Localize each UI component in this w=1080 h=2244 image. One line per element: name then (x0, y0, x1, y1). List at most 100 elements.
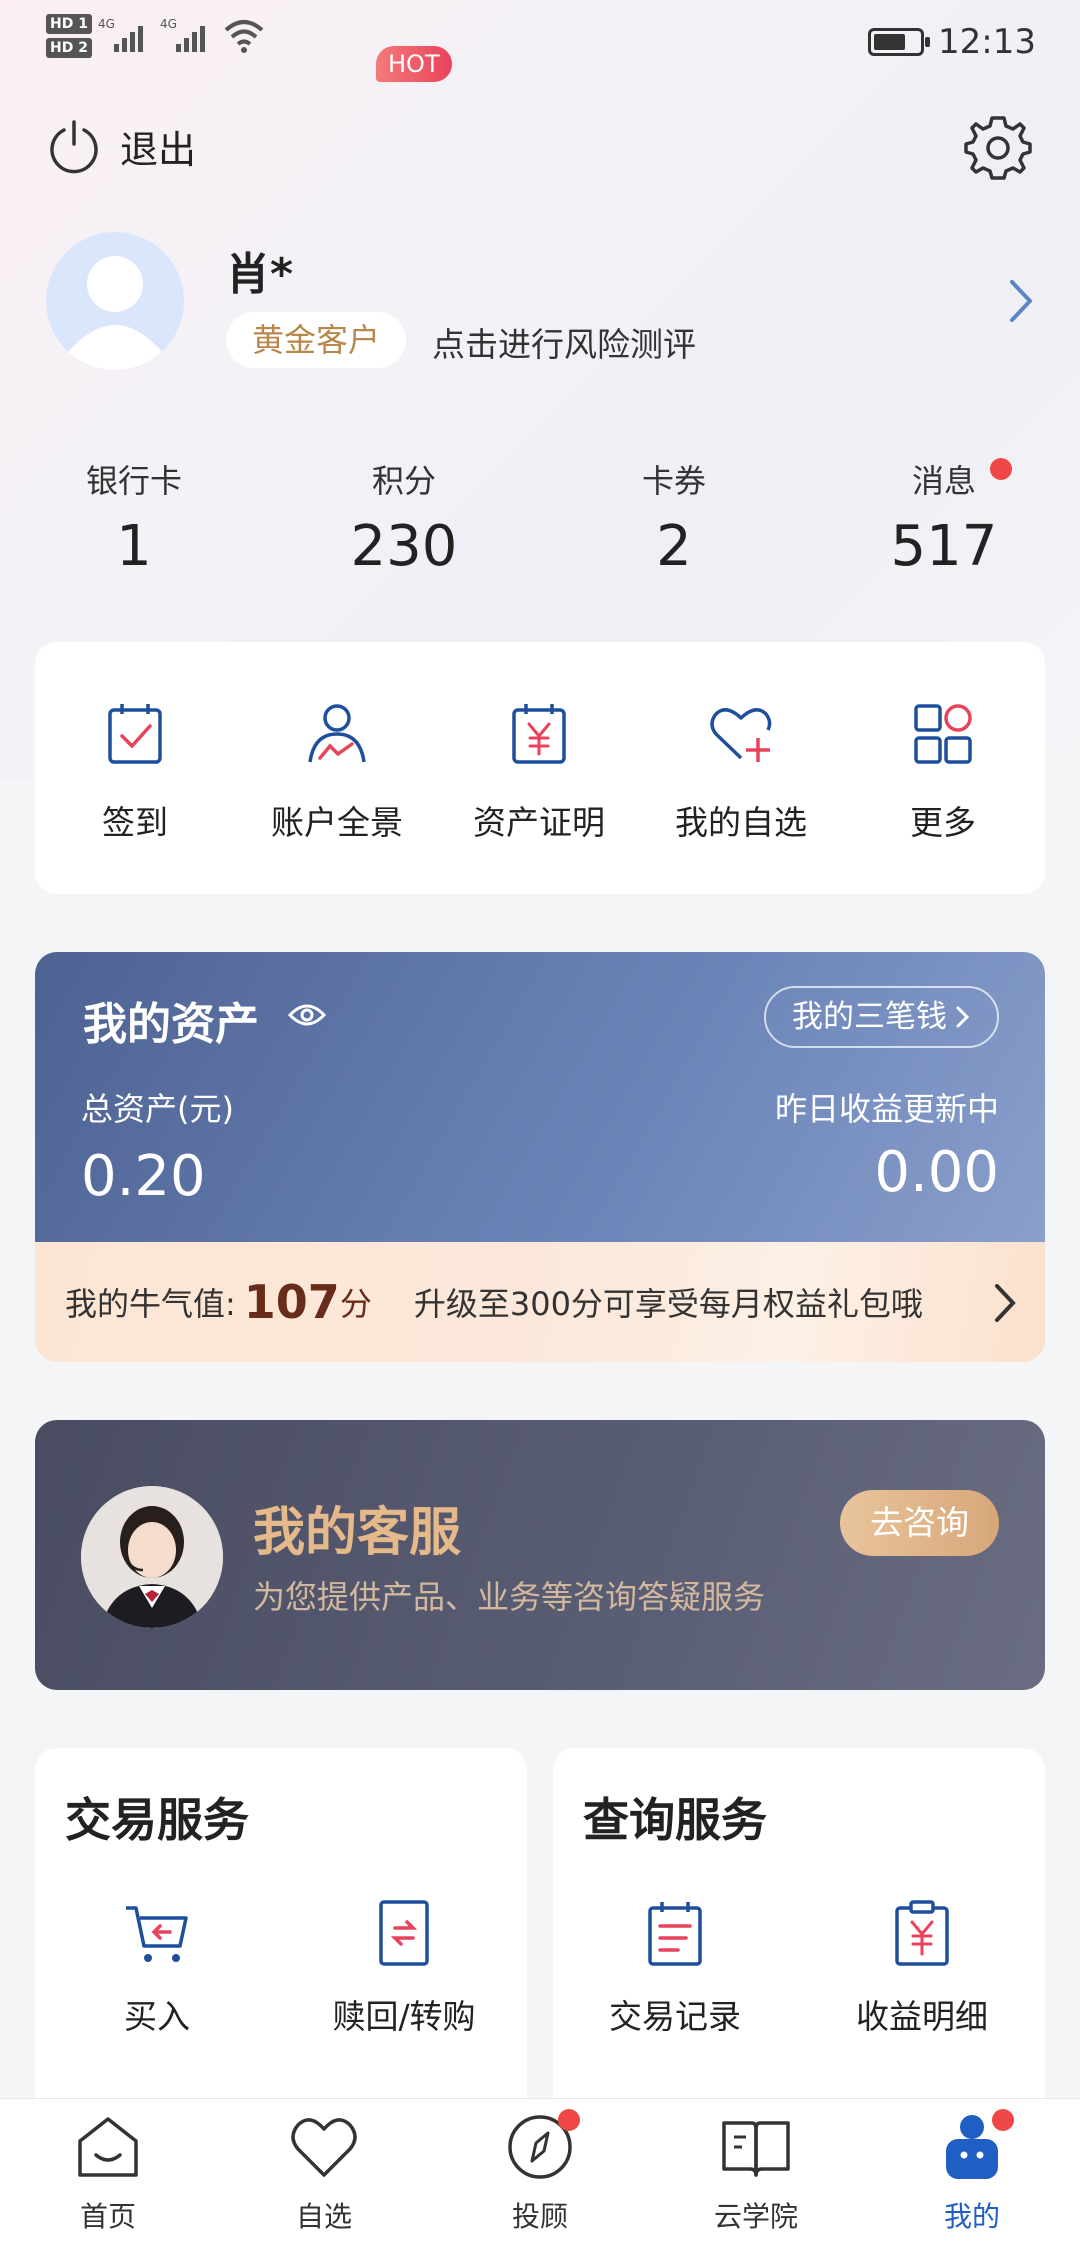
heart-icon (291, 2118, 357, 2177)
three-money-label: 我的三笔钱 (792, 999, 947, 1035)
bottom-nav: 首页 自选 投顾 云学院 我的 (0, 2098, 1080, 2244)
chevron-right-icon (956, 1006, 970, 1028)
total-assets-label: 总资产(元) (81, 1090, 234, 1128)
default-avatar-icon (68, 256, 162, 370)
trade-buy-button[interactable]: 买入 (47, 1898, 267, 2038)
calendar-yuan-icon (512, 704, 566, 764)
avatar[interactable] (46, 232, 184, 370)
toggle-visibility-button[interactable] (287, 1000, 327, 1034)
stat-label: 卡券 (641, 462, 706, 500)
redeem-icon (379, 1900, 429, 1966)
total-assets-value: 0.20 (81, 1144, 206, 1209)
risk-assessment-link[interactable]: 点击进行风险测评 (432, 318, 696, 366)
quick-action-checkin[interactable]: 签到 (40, 698, 230, 844)
trade-item-label: 赎回/转购 (332, 1997, 476, 2036)
nav-label: 云学院 (713, 2200, 798, 2233)
nav-academy[interactable]: 云学院 (676, 2109, 836, 2235)
heart-plus-icon (710, 708, 772, 762)
stat-value: 230 (350, 514, 458, 579)
logout-button[interactable]: 退出 (46, 118, 196, 174)
quick-action-more[interactable]: 更多 (848, 698, 1038, 844)
stat-points[interactable]: 积分 230 (304, 456, 504, 579)
status-bar: HD 1 HD 2 4G 4G 12:13 (0, 0, 1080, 90)
svg-text:4G: 4G (160, 17, 177, 31)
quick-action-label: 资产证明 (473, 803, 605, 842)
stat-label: 银行卡 (85, 462, 182, 500)
bull-score-banner[interactable]: 我的牛气值: 107 分 升级至300分可享受每月权益礼包哦 (35, 1242, 1045, 1362)
nav-profile[interactable]: 我的 (892, 2109, 1052, 2235)
quick-action-label: 账户全景 (271, 803, 403, 842)
eye-icon (287, 1004, 327, 1026)
home-icon (78, 2117, 138, 2177)
profile-unread-dot (992, 2109, 1014, 2131)
customer-level-badge: 黄金客户 (226, 312, 407, 368)
stat-bank-cards[interactable]: 银行卡 1 (34, 456, 234, 579)
bull-score-label: 我的牛气值: (65, 1285, 236, 1323)
svg-text:4G: 4G (98, 17, 115, 31)
query-records-button[interactable]: 交易记录 (565, 1898, 785, 2038)
record-icon (648, 1902, 702, 1966)
agent-portrait-icon (81, 1486, 223, 1628)
settings-button[interactable] (962, 112, 1034, 188)
three-money-button[interactable]: 我的三笔钱 (764, 986, 999, 1048)
chevron-right-icon (995, 1284, 1016, 1322)
yesterday-income-value: 0.00 (874, 1140, 999, 1205)
battery-level (874, 34, 905, 50)
calendar-check-icon (108, 704, 162, 764)
stat-coupons[interactable]: 卡券 2 (574, 456, 774, 579)
trade-item-label: 买入 (124, 1997, 190, 2036)
power-icon (50, 120, 98, 174)
hot-badge: HOT (376, 46, 452, 82)
nav-home[interactable]: 首页 (28, 2109, 188, 2235)
bull-score-unit: 分 (339, 1285, 372, 1323)
bull-chevron (993, 1282, 1017, 1328)
trade-services-title: 交易服务 (65, 1793, 249, 1847)
stat-value: 2 (656, 514, 692, 579)
nav-label: 首页 (79, 2200, 136, 2233)
book-icon (722, 2121, 790, 2177)
wifi-icon (224, 20, 264, 53)
query-item-label: 交易记录 (609, 1997, 741, 2036)
my-assets-card[interactable]: 我的资产 我的三笔钱 总资产(元) 0.20 昨日收益更新中 0.00 (35, 952, 1045, 1252)
query-income-button[interactable]: 收益明细 (812, 1898, 1032, 2038)
assets-title: 我的资产 (83, 999, 259, 1050)
consult-button[interactable]: 去咨询 (840, 1490, 999, 1556)
quick-action-asset-proof[interactable]: 资产证明 (444, 698, 634, 844)
customer-service-card[interactable]: 我的客服 为您提供产品、业务等咨询答疑服务 去咨询 (35, 1420, 1045, 1690)
quick-action-my-watchlist[interactable]: 我的自选 (646, 698, 836, 844)
stat-messages[interactable]: 消息 517 (844, 456, 1044, 579)
nav-watchlist[interactable]: 自选 (244, 2109, 404, 2235)
battery-icon (868, 28, 931, 56)
trade-redeem-button[interactable]: 赎回/转购 (294, 1898, 514, 2038)
quick-action-account-overview[interactable]: 账户全景 (242, 698, 432, 844)
profile-detail-button[interactable] (1006, 276, 1036, 330)
quick-action-label: 更多 (910, 803, 976, 842)
clock: 12:13 (938, 22, 1036, 62)
logout-label: 退出 (120, 127, 197, 172)
signal-2-icon: 4G (160, 17, 205, 52)
nav-label: 投顾 (511, 2200, 568, 2233)
user-name: 肖* (226, 249, 294, 300)
chevron-right-icon (1010, 280, 1032, 322)
gear-icon (964, 116, 1032, 180)
nav-label: 我的 (943, 2200, 1000, 2233)
stat-value: 517 (890, 514, 998, 579)
signal-indicators: HD 1 HD 2 4G 4G (46, 14, 266, 58)
quick-action-label: 签到 (102, 803, 168, 842)
service-agent-avatar (81, 1486, 223, 1628)
user-chart-icon (308, 704, 366, 763)
bull-score-value: 107 (243, 1275, 340, 1329)
hd2-badge: HD 2 (46, 38, 92, 58)
quick-action-label: 我的自选 (675, 803, 807, 842)
income-icon (895, 1900, 949, 1966)
bull-score-tip: 升级至300分可享受每月权益礼包哦 (413, 1285, 923, 1323)
query-services-card: 查询服务 交易记录 收益明细 (553, 1748, 1045, 2148)
message-unread-dot (990, 458, 1012, 480)
signal-1-icon: 4G (98, 17, 143, 52)
stat-label: 消息 (911, 462, 976, 500)
nav-advisor[interactable]: 投顾 (460, 2109, 620, 2235)
service-description: 为您提供产品、业务等咨询答疑服务 (253, 1578, 766, 1616)
quick-actions-card: 签到 账户全景 资产证明 我的自选 更多 (35, 642, 1045, 894)
account-stats: 银行卡 1 积分 230 卡券 2 消息 517 (0, 456, 1080, 579)
cart-icon (126, 1906, 188, 1962)
